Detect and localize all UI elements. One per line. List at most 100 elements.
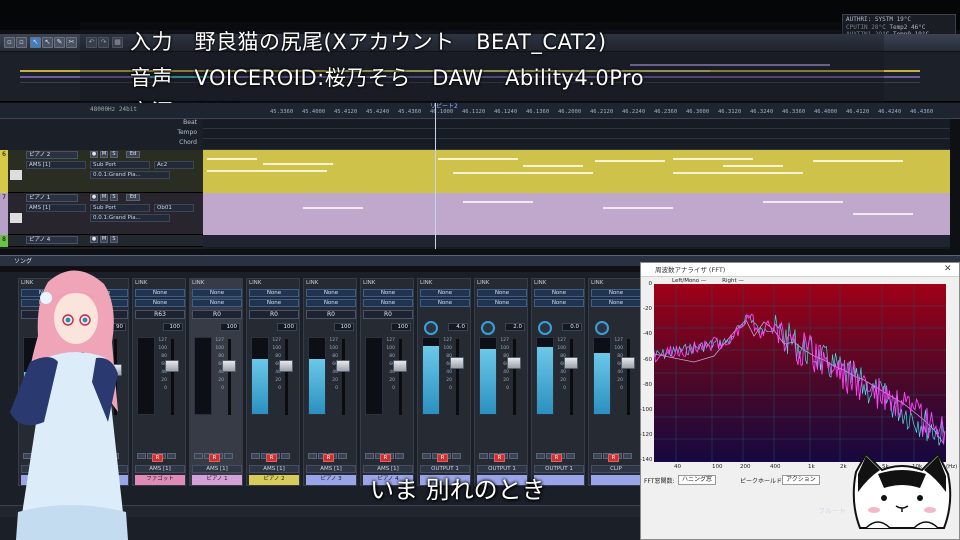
- volume-value[interactable]: 4.0: [448, 323, 468, 331]
- volume-fader[interactable]: [165, 360, 179, 372]
- mixer-channel-strip[interactable]: LINKNoneNoneR0100127100806040200RAMS [1]…: [303, 278, 357, 486]
- monitor-button[interactable]: ●: [90, 194, 98, 201]
- track-device[interactable]: AMS [1]: [26, 204, 86, 212]
- insert-slot[interactable]: None: [192, 289, 242, 297]
- strip-buttons[interactable]: [422, 444, 468, 459]
- strip-buttons[interactable]: [137, 444, 183, 459]
- link-label[interactable]: LINK: [534, 280, 546, 286]
- playhead[interactable]: [435, 103, 436, 249]
- record-button[interactable]: R: [266, 454, 277, 462]
- insert-slot[interactable]: None: [306, 299, 356, 307]
- insert-slot[interactable]: None: [534, 299, 584, 307]
- edit-button[interactable]: Ed: [126, 151, 140, 158]
- track-row[interactable]: 6 ピアノ 2 ● M S Ed AMS [1] Sub Port Ac2 0.…: [0, 150, 203, 193]
- output-select[interactable]: AMS [1]: [306, 465, 356, 473]
- pan-value[interactable]: R0: [363, 310, 413, 319]
- open-icon[interactable]: ▫: [16, 37, 27, 48]
- track-row[interactable]: 7 ピアノ 1 ● M S Ed AMS [1] Sub Port Ob01 0…: [0, 193, 203, 235]
- monitor-button[interactable]: ●: [90, 236, 98, 243]
- record-button[interactable]: R: [551, 454, 562, 462]
- record-button[interactable]: R: [152, 454, 163, 462]
- record-button[interactable]: R: [437, 454, 448, 462]
- volume-value[interactable]: 100: [334, 323, 354, 331]
- link-label[interactable]: LINK: [363, 280, 375, 286]
- monitor-button[interactable]: ●: [90, 151, 98, 158]
- output-select[interactable]: CLIP: [591, 465, 641, 473]
- channel-name[interactable]: [591, 475, 641, 485]
- record-button[interactable]: R: [494, 454, 505, 462]
- output-select[interactable]: AMS [1]: [249, 465, 299, 473]
- mixer-channel-strip[interactable]: LINKNoneNoneR0100127100806040200RAMS [1]…: [246, 278, 300, 486]
- volume-value[interactable]: 2.0: [505, 323, 525, 331]
- volume-fader[interactable]: [621, 356, 635, 369]
- track-row[interactable]: 8 ピアノ 4 ● M S: [0, 235, 203, 247]
- insert-slot[interactable]: None: [477, 289, 527, 297]
- track-channel[interactable]: Ob01: [154, 204, 194, 212]
- pan-value[interactable]: R0: [249, 310, 299, 319]
- link-label[interactable]: LINK: [477, 280, 489, 286]
- mixer-channel-strip[interactable]: LINKNoneNoneR0100127100806040200RAMS [1]…: [360, 278, 414, 486]
- strip-buttons[interactable]: [251, 444, 297, 459]
- track-name[interactable]: ピアノ 2: [26, 151, 78, 159]
- volume-fader[interactable]: [279, 360, 293, 372]
- solo-button[interactable]: S: [110, 194, 118, 201]
- track-port[interactable]: Sub Port: [90, 161, 150, 169]
- pan-knob[interactable]: [595, 321, 609, 335]
- strip-buttons[interactable]: [365, 444, 411, 459]
- volume-value[interactable]: 0.0: [562, 323, 582, 331]
- track-patch[interactable]: 0.0.1:Grand Pia...: [90, 171, 170, 179]
- track-port[interactable]: Sub Port: [90, 204, 150, 212]
- empty-lane[interactable]: [203, 235, 950, 247]
- track-channel[interactable]: Ac2: [154, 161, 194, 169]
- insert-slot[interactable]: None: [477, 299, 527, 307]
- volume-value[interactable]: 100: [277, 323, 297, 331]
- strip-buttons[interactable]: [593, 444, 639, 459]
- pan-value[interactable]: R63: [135, 310, 185, 319]
- new-icon[interactable]: ▫: [4, 37, 15, 48]
- volume-fader[interactable]: [507, 356, 521, 369]
- pan-knob[interactable]: [424, 321, 438, 335]
- mute-button[interactable]: M: [100, 151, 108, 158]
- mixer-channel-strip[interactable]: LINKNoneNone2.0127100806040200ROUTPUT 1: [474, 278, 528, 486]
- insert-slot[interactable]: None: [591, 289, 641, 297]
- insert-slot[interactable]: None: [306, 289, 356, 297]
- insert-slot[interactable]: None: [363, 289, 413, 297]
- pan-knob[interactable]: [481, 321, 495, 335]
- peak-hold-select[interactable]: アクション: [782, 475, 820, 485]
- record-button[interactable]: R: [380, 454, 391, 462]
- insert-slot[interactable]: None: [192, 299, 242, 307]
- mute-button[interactable]: M: [100, 194, 108, 201]
- link-label[interactable]: LINK: [306, 280, 318, 286]
- volume-fader[interactable]: [393, 360, 407, 372]
- mixer-channel-strip[interactable]: LINK None None 127100806040200 R CLIP: [588, 278, 642, 486]
- insert-slot[interactable]: None: [249, 289, 299, 297]
- volume-value[interactable]: 100: [163, 323, 183, 331]
- output-select[interactable]: AMS [1]: [135, 465, 185, 473]
- strip-buttons[interactable]: [308, 444, 354, 459]
- arrow-tool-icon[interactable]: ↖: [42, 37, 53, 48]
- channel-name[interactable]: ピアノ 3: [306, 475, 356, 485]
- record-button[interactable]: R: [608, 454, 619, 462]
- solo-button[interactable]: S: [110, 151, 118, 158]
- volume-value[interactable]: 100: [220, 323, 240, 331]
- mixer-channel-strip[interactable]: LINKNoneNone4.0127100806040200ROUTPUT 1: [417, 278, 471, 486]
- strip-buttons[interactable]: [536, 444, 582, 459]
- insert-slot[interactable]: None: [135, 299, 185, 307]
- mixer-channel-strip[interactable]: LINKNoneNoneR0100127100806040200RAMS [1]…: [189, 278, 243, 486]
- strip-buttons[interactable]: [479, 444, 525, 459]
- volume-fader[interactable]: [564, 356, 578, 369]
- volume-fader[interactable]: [336, 360, 350, 372]
- channel-name[interactable]: ピアノ 2: [249, 475, 299, 485]
- strip-buttons[interactable]: [194, 444, 240, 459]
- midi-clip[interactable]: [203, 150, 950, 193]
- solo-button[interactable]: S: [110, 236, 118, 243]
- close-icon[interactable]: ✕: [944, 264, 952, 274]
- select-tool-icon[interactable]: ↖: [30, 37, 41, 48]
- pan-knob[interactable]: [538, 321, 552, 335]
- insert-slot[interactable]: None: [534, 289, 584, 297]
- volume-value[interactable]: 100: [391, 323, 411, 331]
- mixer-channel-strip[interactable]: LINKNoneNone0.0127100806040200ROUTPUT 1: [531, 278, 585, 486]
- midi-clip[interactable]: [203, 193, 950, 235]
- link-label[interactable]: LINK: [420, 280, 432, 286]
- insert-slot[interactable]: None: [420, 289, 470, 297]
